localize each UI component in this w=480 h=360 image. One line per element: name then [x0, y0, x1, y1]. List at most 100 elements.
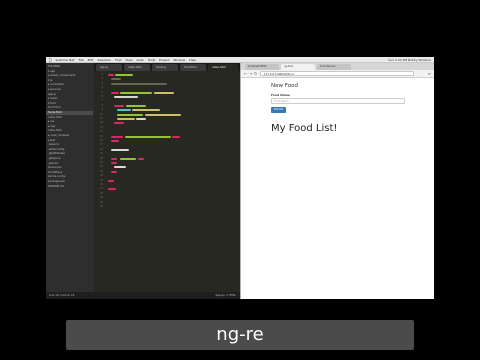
line-number: 5 — [101, 90, 103, 94]
sidebar-item[interactable]: README.md — [46, 185, 93, 189]
line-number: 16 — [99, 139, 103, 142]
syntax-status[interactable]: Spaces: 2 HTML — [215, 292, 236, 299]
editor-tab[interactable]: index.html — [124, 64, 150, 71]
code-token — [108, 74, 114, 76]
line-number: 11 — [99, 117, 103, 120]
line-number: 19 — [99, 152, 103, 156]
line-number: 24 — [99, 174, 103, 178]
code-token — [111, 91, 119, 94]
menu-item-tools[interactable]: Tools — [148, 58, 155, 62]
web-page: New Food Food Name Food Name Submit My F… — [241, 78, 434, 299]
menu-item-goto[interactable]: Goto — [137, 58, 144, 62]
code-token — [111, 82, 167, 85]
line-number: 20 — [99, 156, 103, 160]
sidebar-item[interactable]: karma.conf.js — [46, 175, 93, 179]
code-token — [108, 188, 116, 191]
code-token — [125, 135, 171, 138]
menu-item-view[interactable]: View — [125, 58, 132, 62]
sidebar-item[interactable]: ▸ test — [46, 139, 93, 143]
back-icon[interactable]: ← — [244, 71, 247, 76]
line-number: 9 — [101, 108, 103, 112]
menu-item-window[interactable]: Window — [173, 58, 185, 62]
menu-item-selection[interactable]: Selection — [97, 58, 111, 62]
code-token — [108, 179, 114, 182]
sidebar-item[interactable]: app.js — [46, 93, 93, 97]
sidebar-item[interactable]: ▸ node_modules — [46, 134, 93, 138]
browser-window: Localhost:9000 ng-food Food Service ← → … — [240, 63, 434, 299]
line-number: 8 — [101, 103, 103, 107]
editor-tab-bar: app.js index.html foods.js food.html ind… — [94, 63, 240, 71]
line-number: 17 — [99, 143, 103, 147]
menu-item-file[interactable]: File — [79, 58, 84, 62]
menu-item-find[interactable]: Find — [115, 58, 121, 62]
line-number: 27 — [99, 187, 103, 191]
editor-tab[interactable]: food.html — [180, 64, 206, 71]
code-token — [111, 78, 121, 81]
line-number: 12 — [99, 121, 103, 125]
code-token — [120, 157, 136, 160]
apple-icon[interactable]:  — [49, 57, 51, 62]
browser-menu-icon[interactable]: ≡ — [428, 71, 431, 76]
sidebar-item[interactable]: ▸ services — [46, 88, 93, 92]
code-token — [111, 170, 117, 173]
sidebar-item[interactable]: foods.html — [46, 111, 93, 115]
reload-icon[interactable]: ↻ — [254, 71, 257, 76]
editor-tab[interactable]: foods.js — [152, 64, 178, 71]
menu-item-edit[interactable]: Edit — [88, 58, 94, 62]
sidebar-item[interactable]: package.json — [46, 180, 93, 184]
editor-status-bar: Line 19, Column 29 Spaces: 2 HTML — [46, 292, 240, 299]
address-bar[interactable]: 127.0.0.1:9000/#/food — [260, 71, 414, 76]
line-number: 18 — [99, 147, 103, 151]
code-token — [114, 104, 124, 107]
menu-item-project[interactable]: Project — [159, 58, 169, 62]
sidebar-item[interactable]: index.html — [46, 129, 93, 133]
sidebar-item[interactable]: ▸ controllers — [46, 83, 93, 87]
code-area[interactable]: 1 2 3 4 5 6 7 8 9 10 11 12 13 14 15 16 17 18 19 20 21 22 23 24 2… — [94, 71, 240, 292]
sidebar-item[interactable]: .gitignore — [46, 157, 93, 161]
line-number: 31 — [99, 205, 103, 208]
line-number: 15 — [99, 134, 103, 138]
sidebar-item[interactable]: ▾ views — [46, 97, 93, 101]
sidebar-item[interactable]: bower.json — [46, 166, 93, 170]
submit-button[interactable]: Submit — [271, 107, 286, 113]
sidebar-item[interactable]: FOLDERS — [46, 65, 93, 69]
editor-tab-active[interactable]: index.html — [208, 64, 238, 71]
sidebar-item[interactable]: index.html — [46, 116, 93, 120]
code-token — [117, 118, 135, 120]
line-number: 26 — [99, 183, 103, 186]
sidebar-item[interactable]: .jshintrc — [46, 162, 93, 166]
sidebar-item[interactable]: .bowerrc — [46, 143, 93, 147]
code-token — [114, 166, 126, 169]
line-number: 25 — [99, 178, 103, 182]
line-number: 29 — [99, 196, 103, 200]
line-number: 21 — [99, 161, 103, 164]
browser-tab-strip: Localhost:9000 ng-food Food Service — [241, 63, 434, 70]
code-token — [111, 135, 123, 138]
code-token — [114, 122, 124, 125]
code-token — [117, 109, 131, 112]
line-number: 28 — [99, 191, 103, 195]
line-number: 7 — [101, 99, 103, 103]
code-token — [111, 157, 117, 160]
sidebar-item[interactable]: .gitattributes — [46, 152, 93, 156]
page-title: New Food — [271, 83, 298, 89]
video-caption: ng-re — [66, 320, 414, 350]
code-token — [120, 91, 152, 94]
line-number: 13 — [99, 125, 103, 129]
code-token — [117, 113, 143, 116]
line-number: 30 — [99, 200, 103, 204]
sidebar-item[interactable]: ▸ bower_components — [46, 74, 93, 78]
sidebar-item[interactable]: food.html — [46, 106, 93, 110]
forward-icon[interactable]: → — [249, 71, 252, 76]
line-number: 6 — [101, 95, 103, 98]
editor-tab[interactable]: app.js — [96, 64, 122, 71]
menu-item-app[interactable]: Sublime Text — [55, 58, 74, 62]
food-name-input[interactable]: Food Name — [271, 98, 405, 104]
code-editor-window: FOLDERS ▾ app ▸ bower_components ▾ js ▸ c… — [46, 63, 240, 299]
line-number: 1 — [101, 73, 103, 76]
sidebar-item[interactable]: ▸ css — [46, 120, 93, 124]
line-number: 10 — [99, 112, 103, 116]
code-token — [145, 113, 181, 116]
menu-item-help[interactable]: Help — [189, 58, 196, 62]
sidebar-item[interactable]: ▾ app — [46, 70, 93, 74]
